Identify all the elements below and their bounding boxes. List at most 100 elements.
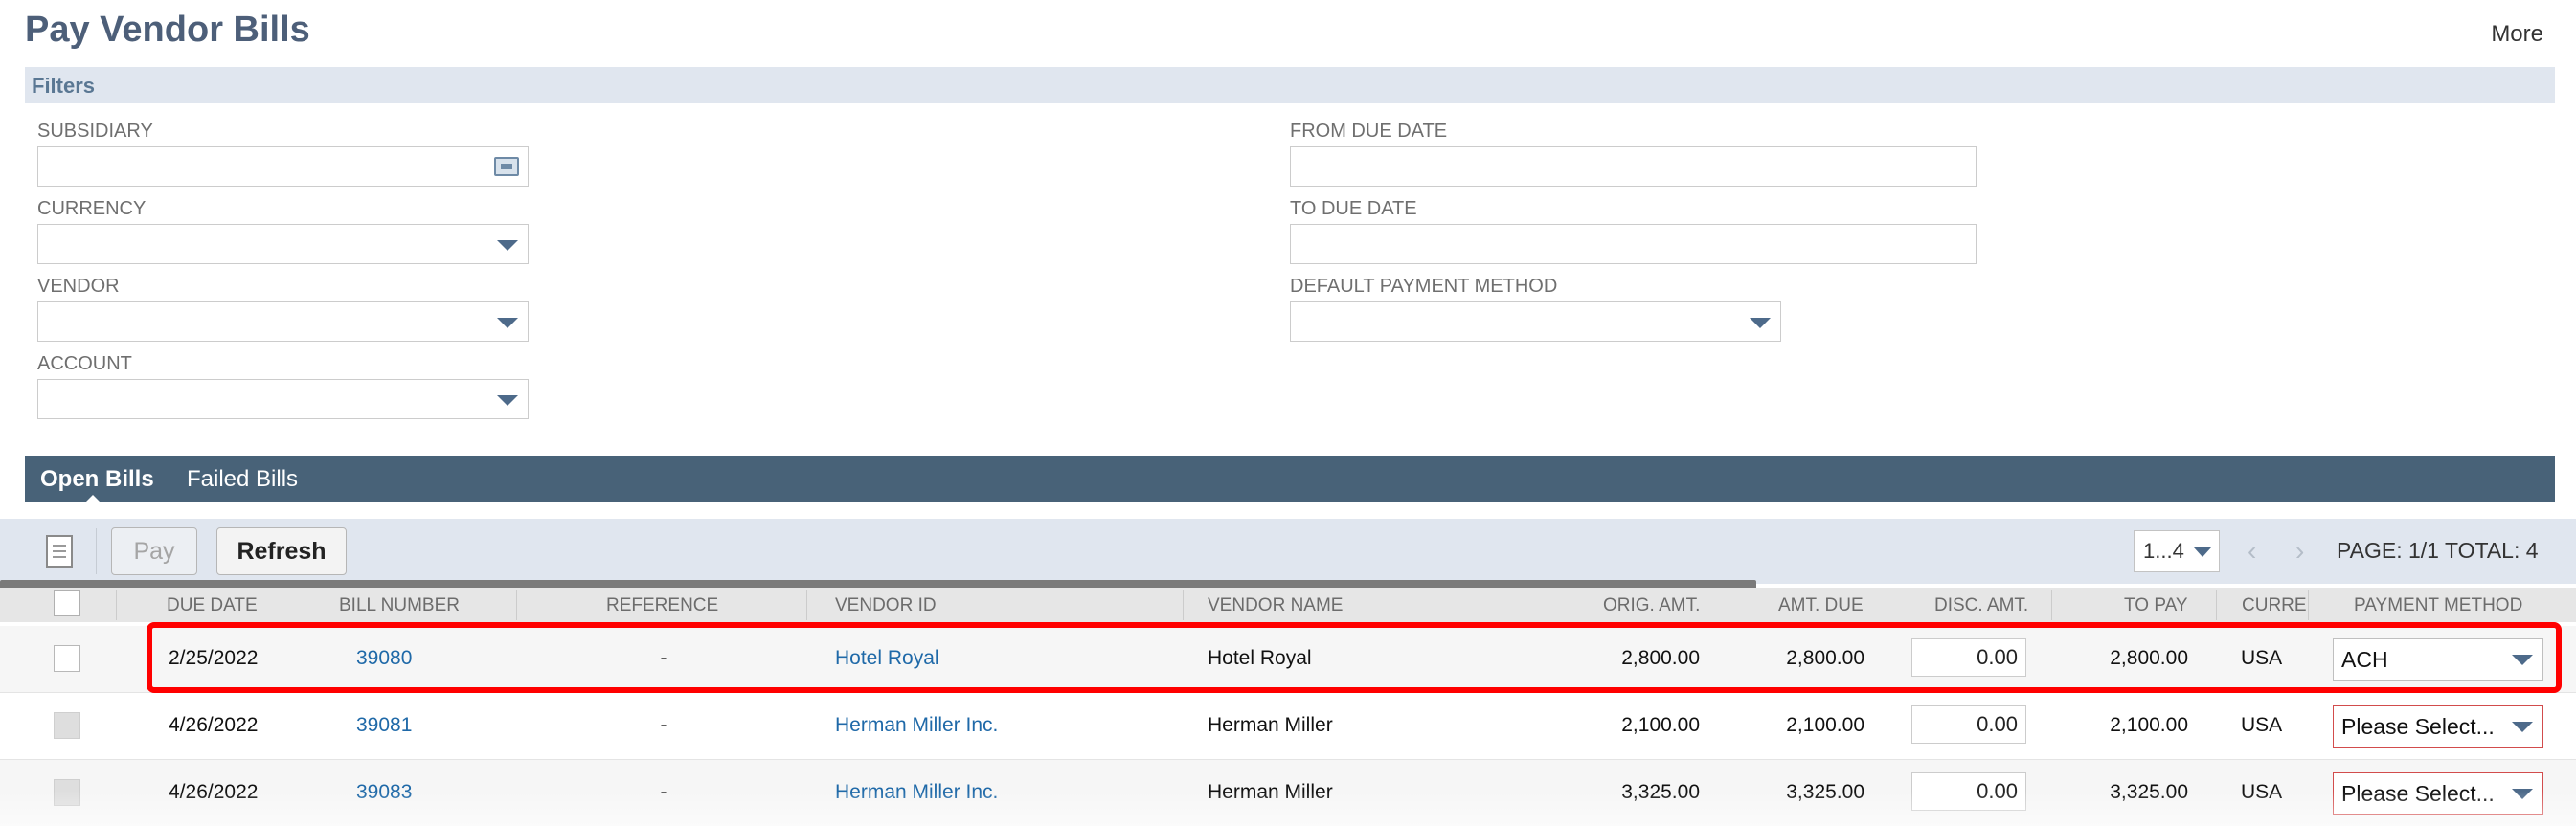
payment-method-select[interactable]: Please Select... xyxy=(2333,705,2543,748)
disc-amt-input[interactable]: 0.00 xyxy=(1911,638,2026,677)
payment-method-select[interactable]: Please Select... xyxy=(2333,772,2543,815)
chevron-down-icon xyxy=(497,318,518,328)
chevron-left-icon[interactable]: ‹ xyxy=(2248,538,2256,565)
amt-due-cell: 2,800.00 xyxy=(1786,647,1864,669)
bill-number-link[interactable]: 39080 xyxy=(356,647,412,670)
total-count: TOTAL: 4 xyxy=(2444,538,2539,563)
chevron-down-icon xyxy=(1750,318,1771,328)
bill-number-link[interactable]: 39081 xyxy=(356,714,412,737)
column-header-amt-due[interactable]: AMT. DUE xyxy=(1778,595,1864,616)
column-header-vendor-name[interactable]: VENDOR NAME xyxy=(1208,595,1343,616)
chevron-down-icon xyxy=(497,395,518,406)
tab-failed-bills[interactable]: Failed Bills xyxy=(187,466,298,493)
currency-cell: USA xyxy=(2241,714,2283,736)
account-select[interactable] xyxy=(37,379,529,419)
more-link[interactable]: More xyxy=(2491,21,2543,48)
column-header-bill-number[interactable]: BILL NUMBER xyxy=(339,595,460,616)
reference-cell: - xyxy=(660,647,667,669)
column-divider xyxy=(2216,590,2217,620)
vendor-name-cell: Herman Miller xyxy=(1208,781,1333,803)
payment-method-select[interactable]: ACH xyxy=(2333,638,2543,681)
chevron-down-icon xyxy=(2194,547,2211,557)
filters-section-header[interactable]: Filters xyxy=(25,67,2555,103)
column-header-payment-method[interactable]: PAYMENT METHOD xyxy=(2354,595,2522,616)
document-icon[interactable] xyxy=(46,535,73,568)
page-title: Pay Vendor Bills xyxy=(25,10,310,50)
column-divider xyxy=(2051,590,2052,620)
column-header-due-date[interactable]: DUE DATE xyxy=(167,595,258,616)
filters-title: Filters xyxy=(32,74,96,98)
currency-label: CURRENCY xyxy=(37,198,147,219)
orig-amt-cell: 2,100.00 xyxy=(1621,714,1700,736)
vendor-id-link[interactable]: Herman Miller Inc. xyxy=(835,714,998,737)
default-payment-method-select[interactable] xyxy=(1290,301,1781,342)
chevron-down-icon xyxy=(497,240,518,251)
to-due-date-label: TO DUE DATE xyxy=(1290,198,1417,219)
active-tab-indicator xyxy=(84,495,102,503)
column-divider xyxy=(516,590,517,620)
due-date-cell: 4/26/2022 xyxy=(169,714,259,736)
subsidiary-label: SUBSIDIARY xyxy=(37,121,153,142)
column-header-to-pay[interactable]: TO PAY xyxy=(2124,595,2188,616)
currency-cell: USA xyxy=(2241,781,2283,803)
row-checkbox[interactable] xyxy=(54,779,80,806)
orig-amt-cell: 2,800.00 xyxy=(1621,647,1700,669)
chevron-down-icon xyxy=(2512,655,2533,665)
currency-select[interactable] xyxy=(37,224,529,264)
column-header-reference[interactable]: REFERENCE xyxy=(606,595,718,616)
tab-strip: Open Bills Failed Bills xyxy=(25,456,2555,503)
disc-amt-input[interactable]: 0.00 xyxy=(1911,772,2026,811)
select-all-checkbox[interactable] xyxy=(54,590,80,616)
tab-open-bills[interactable]: Open Bills xyxy=(40,466,154,493)
bill-number-link[interactable]: 39083 xyxy=(356,781,412,804)
toolbar-divider xyxy=(96,528,97,574)
payment-method-value: ACH xyxy=(2341,647,2388,672)
disc-amt-input[interactable]: 0.00 xyxy=(1911,705,2026,744)
vendor-id-link[interactable]: Herman Miller Inc. xyxy=(835,781,998,804)
currency-cell: USA xyxy=(2241,647,2283,669)
pay-button[interactable]: Pay xyxy=(111,527,197,575)
vendor-label: VENDOR xyxy=(37,276,120,297)
column-header-vendor-id[interactable]: VENDOR ID xyxy=(835,595,937,616)
table-row: 4/26/2022 39081 - Herman Miller Inc. Her… xyxy=(0,693,2576,760)
column-header-orig-amt[interactable]: ORIG. AMT. xyxy=(1603,595,1700,616)
chevron-down-icon xyxy=(2512,789,2533,799)
refresh-button[interactable]: Refresh xyxy=(216,527,347,575)
column-divider xyxy=(116,590,117,620)
subsidiary-field[interactable] xyxy=(37,146,529,187)
reference-cell: - xyxy=(660,781,667,803)
page-info: PAGE: 1/1 TOTAL: 4 xyxy=(2337,538,2539,564)
to-due-date-field[interactable] xyxy=(1290,224,1977,264)
row-checkbox[interactable] xyxy=(54,712,80,739)
column-header-currency[interactable]: CURRE xyxy=(2242,595,2307,616)
due-date-cell: 4/26/2022 xyxy=(169,781,259,803)
amt-due-cell: 3,325.00 xyxy=(1786,781,1864,803)
to-pay-cell: 3,325.00 xyxy=(2110,781,2188,803)
due-date-cell: 2/25/2022 xyxy=(169,647,259,669)
default-payment-method-label: DEFAULT PAYMENT METHOD xyxy=(1290,276,1558,297)
table-header: DUE DATE BILL NUMBER REFERENCE VENDOR ID… xyxy=(0,588,2576,622)
chevron-right-icon[interactable]: › xyxy=(2295,538,2304,565)
from-due-date-field[interactable] xyxy=(1290,146,1977,187)
account-label: ACCOUNT xyxy=(37,353,132,374)
vendor-name-cell: Herman Miller xyxy=(1208,714,1333,736)
chevron-down-icon xyxy=(2512,722,2533,732)
picker-icon[interactable] xyxy=(494,157,519,176)
payment-method-value: Please Select... xyxy=(2341,781,2495,806)
page-range-select[interactable]: 1...4 xyxy=(2134,530,2220,572)
reference-cell: - xyxy=(660,714,667,736)
table-row: 2/25/2022 39080 - Hotel Royal Hotel Roya… xyxy=(0,626,2576,693)
row-checkbox[interactable] xyxy=(54,645,80,672)
list-toolbar: Pay Refresh 1...4 ‹ › PAGE: 1/1 TOTAL: 4 xyxy=(0,519,2576,584)
column-divider xyxy=(1183,590,1184,620)
from-due-date-label: FROM DUE DATE xyxy=(1290,121,1448,142)
column-divider xyxy=(2308,590,2309,620)
vendor-id-link[interactable]: Hotel Royal xyxy=(835,647,939,670)
column-header-disc-amt[interactable]: DISC. AMT. xyxy=(1934,595,2028,616)
table-row: 4/26/2022 39083 - Herman Miller Inc. Her… xyxy=(0,760,2576,826)
amt-due-cell: 2,100.00 xyxy=(1786,714,1864,736)
to-pay-cell: 2,100.00 xyxy=(2110,714,2188,736)
column-divider xyxy=(806,590,807,620)
orig-amt-cell: 3,325.00 xyxy=(1621,781,1700,803)
vendor-select[interactable] xyxy=(37,301,529,342)
